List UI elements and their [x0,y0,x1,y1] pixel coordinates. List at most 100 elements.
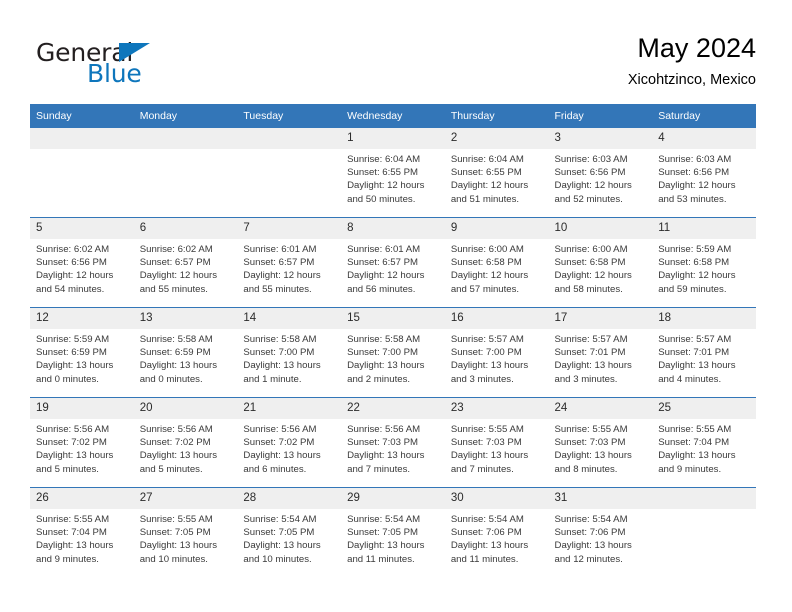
day-number: 28 [237,488,342,509]
daylight-text-line2: and 10 minutes. [243,553,312,565]
calendar-week-row: 5 Sunrise: 6:02 AM Sunset: 6:56 PM Daylight… [30,217,756,308]
day-details: Sunrise: 5:58 AM Sunset: 7:00 PM Daylight:… [237,329,341,386]
calendar-day-cell[interactable]: 31 Sunrise: 5:54 AM Sunset: 7:06 PM Dayligh… [548,487,653,577]
calendar-day-cell[interactable]: 19 Sunrise: 5:56 AM Sunset: 7:02 PM Dayligh… [30,397,134,488]
daylight-text-line1: Daylight: 13 hours [243,540,321,552]
day-number: 29 [341,488,445,509]
daylight-text-line2: and 59 minutes. [658,283,727,295]
calendar-day-cell[interactable]: 11 Sunrise: 5:59 AM Sunset: 6:58 PM Dayligh… [652,217,756,308]
calendar-day-cell[interactable]: 29 Sunrise: 5:54 AM Sunset: 7:05 PM Dayligh… [341,487,445,577]
day-number [237,128,342,149]
sunset-text: Sunset: 7:05 PM [347,527,419,539]
daylight-text-line1: Daylight: 12 hours [554,270,632,282]
calendar-day-cell[interactable]: 12 Sunrise: 5:59 AM Sunset: 6:59 PM Dayligh… [30,307,134,398]
calendar-day-cell[interactable]: 2 Sunrise: 6:04 AM Sunset: 6:55 PM Daylight… [444,128,549,218]
day-number: 1 [341,128,445,149]
daylight-text-line1: Daylight: 12 hours [658,180,736,192]
day-details: Sunrise: 6:02 AM Sunset: 6:57 PM Daylight:… [134,239,238,296]
day-details: Sunrise: 6:00 AM Sunset: 6:58 PM Daylight:… [445,239,549,296]
calendar-day-cell[interactable]: 16 Sunrise: 5:57 AM Sunset: 7:00 PM Dayligh… [444,307,549,398]
sunrise-text: Sunrise: 6:04 AM [450,154,524,165]
calendar-day-cell[interactable]: 5 Sunrise: 6:02 AM Sunset: 6:56 PM Daylight… [30,217,134,308]
calendar-day-cell[interactable]: 15 Sunrise: 5:58 AM Sunset: 7:00 PM Dayligh… [341,307,445,398]
calendar-day-cell[interactable]: 23 Sunrise: 5:55 AM Sunset: 7:03 PM Dayligh… [444,397,549,488]
sunset-text: Sunset: 6:58 PM [554,257,626,269]
day-details: Sunrise: 5:58 AM Sunset: 6:59 PM Daylight:… [134,329,238,386]
calendar-day-cell[interactable]: 8 Sunrise: 6:01 AM Sunset: 6:57 PM Daylight… [341,217,445,308]
sunset-text: Sunset: 7:03 PM [554,437,626,449]
calendar-day-cell[interactable]: 21 Sunrise: 5:56 AM Sunset: 7:02 PM Dayligh… [237,397,342,488]
sunrise-text: Sunrise: 5:56 AM [347,424,421,435]
daylight-text-line1: Daylight: 13 hours [658,360,736,372]
calendar-day-cell-empty [652,487,756,577]
sunset-text: Sunset: 6:58 PM [450,257,522,269]
calendar-day-cell-empty [133,128,238,218]
daylight-text-line1: Daylight: 12 hours [36,270,114,282]
calendar-day-cell[interactable]: 4 Sunrise: 6:03 AM Sunset: 6:56 PM Daylight… [652,128,756,218]
day-number: 2 [444,128,549,149]
calendar-day-cell[interactable]: 9 Sunrise: 6:00 AM Sunset: 6:58 PM Daylight… [444,217,549,308]
daylight-text-line1: Daylight: 13 hours [36,450,114,462]
daylight-text-line1: Daylight: 13 hours [139,450,218,462]
sunset-text: Sunset: 6:55 PM [450,167,522,179]
daylight-text-line1: Daylight: 12 hours [347,270,425,282]
day-details: Sunrise: 6:00 AM Sunset: 6:58 PM Daylight:… [549,239,653,296]
sunrise-text: Sunrise: 5:54 AM [554,514,628,525]
calendar-week-row: 26 Sunrise: 5:55 AM Sunset: 7:04 PM Dayligh… [30,487,756,577]
weekday-header-thursday: Thursday [444,104,549,128]
calendar-day-cell[interactable]: 7 Sunrise: 6:01 AM Sunset: 6:57 PM Daylight… [237,217,342,308]
day-number: 8 [341,218,445,239]
daylight-text-line1: Daylight: 13 hours [139,360,218,372]
sunset-text: Sunset: 6:55 PM [347,167,419,179]
calendar-day-cell[interactable]: 26 Sunrise: 5:55 AM Sunset: 7:04 PM Dayligh… [30,487,134,577]
day-details: Sunrise: 5:56 AM Sunset: 7:03 PM Daylight:… [341,419,445,476]
day-number: 23 [444,398,549,419]
sunset-text: Sunset: 6:56 PM [658,167,730,179]
sunset-text: Sunset: 7:06 PM [450,527,522,539]
sunrise-text: Sunrise: 5:56 AM [243,424,317,435]
day-details: Sunrise: 5:55 AM Sunset: 7:03 PM Daylight:… [445,419,549,476]
calendar-day-cell[interactable]: 17 Sunrise: 5:57 AM Sunset: 7:01 PM Dayligh… [548,307,653,398]
daylight-text-line1: Daylight: 13 hours [139,540,218,552]
calendar-day-cell[interactable]: 30 Sunrise: 5:54 AM Sunset: 7:06 PM Dayligh… [444,487,549,577]
calendar-day-cell[interactable]: 3 Sunrise: 6:03 AM Sunset: 6:56 PM Daylight… [548,128,653,218]
daylight-text-line2: and 4 minutes. [658,373,722,385]
calendar-day-cell[interactable]: 24 Sunrise: 5:55 AM Sunset: 7:03 PM Dayligh… [548,397,653,488]
calendar-header-row: Sunday Monday Tuesday Wednesday Thursday… [30,104,756,128]
sunrise-text: Sunrise: 5:57 AM [554,334,628,345]
daylight-text-line2: and 10 minutes. [139,553,208,565]
sunrise-text: Sunrise: 6:03 AM [554,154,628,165]
calendar-day-cell[interactable]: 20 Sunrise: 5:56 AM Sunset: 7:02 PM Dayligh… [133,397,238,488]
calendar-day-cell[interactable]: 25 Sunrise: 5:55 AM Sunset: 7:04 PM Dayligh… [652,397,756,488]
calendar-day-cell[interactable]: 22 Sunrise: 5:56 AM Sunset: 7:03 PM Dayligh… [341,397,445,488]
daylight-text-line2: and 2 minutes. [347,373,411,385]
weekday-header-sunday: Sunday [30,104,134,128]
daylight-text-line1: Daylight: 12 hours [658,270,736,282]
calendar-day-cell[interactable]: 18 Sunrise: 5:57 AM Sunset: 7:01 PM Dayligh… [652,307,756,398]
sunset-text: Sunset: 6:56 PM [36,257,107,269]
calendar-day-cell[interactable]: 13 Sunrise: 5:58 AM Sunset: 6:59 PM Dayligh… [133,307,238,398]
sunset-text: Sunset: 6:57 PM [139,257,211,269]
calendar-day-cell[interactable]: 10 Sunrise: 6:00 AM Sunset: 6:58 PM Dayligh… [548,217,653,308]
sunrise-text: Sunrise: 6:00 AM [450,244,524,255]
day-details: Sunrise: 6:04 AM Sunset: 6:55 PM Daylight:… [445,149,549,206]
calendar-day-cell[interactable]: 14 Sunrise: 5:58 AM Sunset: 7:00 PM Dayligh… [237,307,342,398]
daylight-text-line2: and 7 minutes. [347,463,411,475]
day-number: 16 [444,308,549,329]
daylight-text-line2: and 57 minutes. [450,283,520,295]
sunset-text: Sunset: 7:04 PM [658,437,730,449]
sunrise-text: Sunrise: 6:01 AM [347,244,421,255]
day-details: Sunrise: 5:56 AM Sunset: 7:02 PM Daylight:… [237,419,341,476]
sunset-text: Sunset: 6:57 PM [347,257,419,269]
calendar-day-cell[interactable]: 1 Sunrise: 6:04 AM Sunset: 6:55 PM Daylight… [341,128,445,218]
daylight-text-line2: and 9 minutes. [658,463,722,475]
day-details: Sunrise: 5:55 AM Sunset: 7:04 PM Daylight:… [652,419,756,476]
calendar-day-cell[interactable]: 27 Sunrise: 5:55 AM Sunset: 7:05 PM Dayligh… [133,487,238,577]
day-number: 22 [341,398,445,419]
daylight-text-line1: Daylight: 13 hours [450,360,529,372]
calendar-day-cell[interactable]: 6 Sunrise: 6:02 AM Sunset: 6:57 PM Daylight… [133,217,238,308]
calendar-day-cell[interactable]: 28 Sunrise: 5:54 AM Sunset: 7:05 PM Dayligh… [237,487,342,577]
sunrise-text: Sunrise: 6:02 AM [139,244,213,255]
day-number: 24 [548,398,653,419]
daylight-text-line2: and 3 minutes. [554,373,618,385]
